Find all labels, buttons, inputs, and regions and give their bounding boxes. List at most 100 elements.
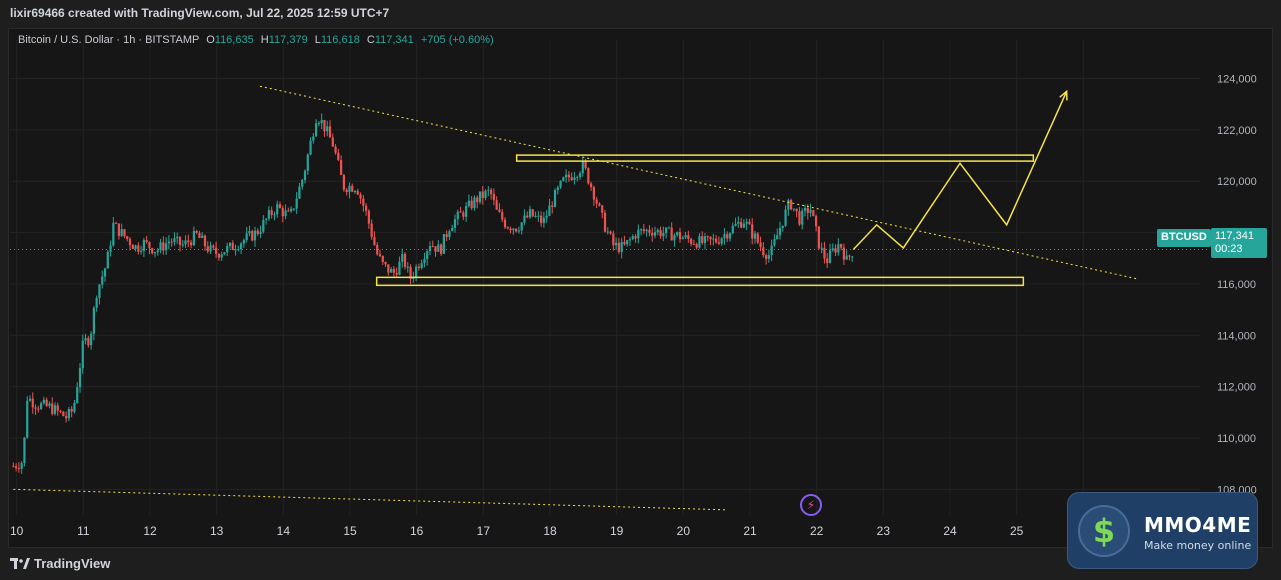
candle-body — [145, 240, 148, 242]
candle-body — [795, 208, 798, 212]
candle-body — [634, 236, 637, 239]
candle-body — [753, 233, 757, 239]
candle-body — [840, 244, 843, 248]
dollar-icon: $ — [1078, 505, 1130, 557]
candle-body — [67, 409, 70, 419]
candle-body — [720, 238, 723, 244]
candle-body — [320, 119, 323, 124]
x-tick-label: 14 — [277, 524, 291, 538]
candle-body — [253, 230, 257, 241]
candle-body — [537, 215, 540, 217]
candle-body — [837, 244, 840, 253]
candle-body — [190, 242, 193, 246]
candle-body — [778, 227, 782, 236]
candle-body — [362, 198, 365, 206]
candle-body — [617, 242, 620, 252]
candle-body — [73, 402, 76, 412]
candle-body — [817, 226, 820, 249]
y-tick-label: 112,000 — [1217, 382, 1256, 394]
candle-body — [140, 250, 143, 252]
candle-body — [45, 399, 48, 406]
change-value: +705 (+0.60%) — [420, 34, 494, 46]
candle-body — [487, 189, 490, 191]
candle-body — [242, 240, 245, 244]
candle-body — [342, 174, 345, 190]
candle-body — [556, 187, 559, 190]
candle-body — [31, 398, 34, 408]
candle-body — [306, 154, 309, 171]
candle-body — [606, 231, 609, 233]
candle-body — [378, 254, 382, 256]
candle-body — [184, 240, 187, 245]
candle-body — [801, 210, 804, 225]
candle-body — [578, 173, 582, 177]
x-tick-label: 24 — [943, 524, 957, 538]
candle-body — [570, 177, 573, 180]
candle-body — [784, 209, 787, 226]
candle-body — [192, 230, 195, 246]
candle-body — [540, 215, 543, 223]
candle-body — [95, 297, 98, 308]
candle-body — [834, 248, 837, 253]
candle-body — [273, 214, 276, 216]
candle-body — [115, 222, 118, 224]
y-tick-label: 116,000 — [1217, 279, 1256, 291]
candle-body — [559, 180, 562, 188]
candle-body — [251, 231, 254, 241]
high-value: 117,379 — [268, 34, 308, 46]
candle-body — [612, 233, 615, 246]
candle-body — [298, 186, 301, 199]
candle-body — [698, 236, 701, 248]
candle-body — [15, 466, 18, 469]
candle-body — [434, 246, 437, 252]
candle-body — [101, 276, 104, 285]
candle-body — [498, 209, 501, 212]
candle-body — [178, 236, 182, 245]
candle-body — [51, 403, 54, 414]
bolt-icon[interactable]: ⚡ — [800, 494, 822, 516]
candle-body — [365, 205, 368, 211]
candle-body — [62, 411, 65, 417]
candle-body — [20, 463, 23, 469]
candle-body — [584, 161, 587, 169]
candle-body — [198, 232, 201, 238]
y-tick-label: 124,000 — [1217, 74, 1257, 86]
candle-body — [106, 251, 109, 269]
candle-body — [398, 261, 401, 275]
candle-body — [309, 140, 312, 155]
candle-body — [628, 239, 632, 241]
y-tick-label: 110,000 — [1217, 433, 1256, 445]
candle-body — [367, 210, 370, 224]
candle-body — [315, 123, 318, 137]
candle-body — [742, 223, 745, 228]
candle-body — [390, 269, 393, 273]
candle-body — [173, 238, 176, 242]
candle-body — [798, 211, 801, 225]
candle-body — [176, 236, 179, 239]
candle-body — [165, 243, 168, 251]
candle-body — [770, 245, 773, 256]
candle-body — [481, 191, 484, 199]
candle-body — [259, 231, 262, 234]
candle-body — [387, 264, 390, 273]
candle-body — [92, 307, 95, 334]
candle-body — [573, 177, 576, 180]
candle-body — [376, 245, 379, 255]
x-tick-label: 13 — [210, 524, 224, 538]
candle-body — [120, 229, 123, 236]
candle-body — [553, 189, 557, 207]
tradingview-brand[interactable]: TradingView — [10, 556, 110, 571]
x-tick-label: 12 — [143, 524, 157, 538]
candle-body — [701, 236, 704, 243]
candle-body — [765, 255, 768, 259]
open-label: O — [206, 34, 215, 46]
candle-body — [806, 208, 809, 213]
candle-body — [826, 258, 829, 264]
candle-body — [528, 209, 532, 218]
candle-body — [234, 249, 237, 251]
x-tick-label: 11 — [77, 524, 90, 538]
candle-body — [809, 210, 812, 213]
candle-body — [353, 190, 357, 192]
x-tick-label: 18 — [543, 524, 557, 538]
candle-body — [112, 222, 115, 246]
